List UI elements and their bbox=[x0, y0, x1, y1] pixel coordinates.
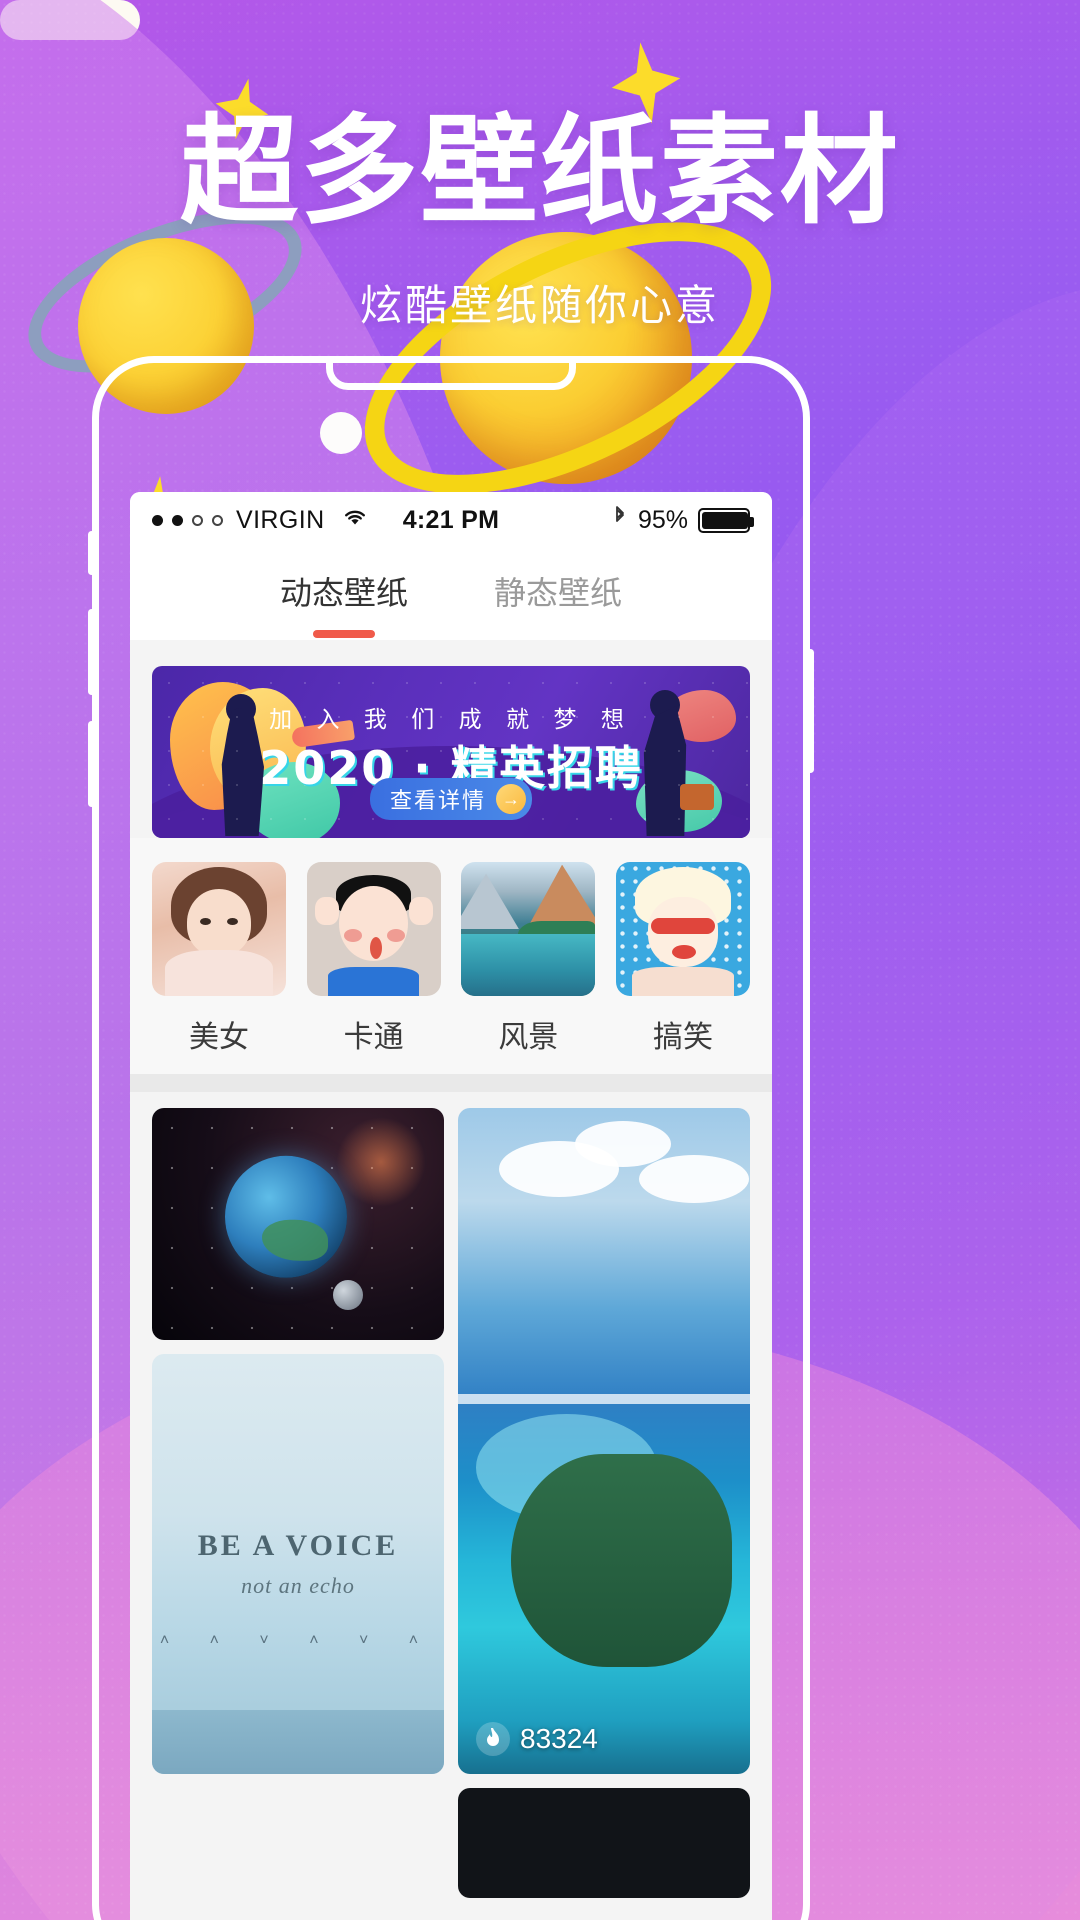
category-thumb-beauty bbox=[152, 862, 286, 996]
feed-column-left: BE A VOICE not an echo ˄ ˄ ˅ ˄ ˅ ˄ bbox=[152, 1108, 444, 1898]
category-thumb-funny bbox=[615, 862, 750, 996]
tab-active-indicator bbox=[312, 630, 375, 638]
fire-icon bbox=[476, 1722, 510, 1756]
category-item-cartoon[interactable]: 卡通 bbox=[306, 862, 441, 1056]
tab-static-wallpaper-label: 静态壁纸 bbox=[494, 575, 623, 611]
battery-percent: 95% bbox=[637, 505, 688, 534]
phone-power-button bbox=[807, 649, 814, 773]
birds-icon: ˄ ˄ ˅ ˄ ˅ ˄ bbox=[159, 1632, 437, 1649]
bluetooth-icon bbox=[612, 504, 628, 537]
wallpaper-feed-grid: BE A VOICE not an echo ˄ ˄ ˅ ˄ ˅ ˄ 83324 bbox=[130, 1092, 772, 1898]
category-item-scenery[interactable]: 风景 bbox=[461, 862, 596, 1056]
wallpaper-card-dark[interactable] bbox=[458, 1788, 750, 1898]
signal-dot-1-icon bbox=[152, 514, 163, 526]
battery-icon bbox=[698, 507, 754, 533]
signal-dot-2-icon bbox=[172, 514, 183, 526]
category-label-scenery: 风景 bbox=[498, 1021, 559, 1054]
phone-volume-up-button bbox=[88, 609, 95, 695]
tab-dynamic-wallpaper[interactable]: 动态壁纸 bbox=[279, 568, 408, 638]
banner-container: 加 入 我 们 成 就 梦 想 2020 · 精英招聘 查看详情 → bbox=[130, 650, 772, 838]
status-bar-right: 95% bbox=[612, 504, 754, 537]
banner-cta-button[interactable]: 查看详情 → bbox=[369, 778, 533, 820]
phone-mute-switch bbox=[88, 531, 95, 575]
category-label-beauty: 美女 bbox=[189, 1021, 249, 1054]
status-bar: VIRGIN 4:21 PM 95% bbox=[130, 492, 772, 548]
carrier-name: VIRGIN bbox=[236, 505, 325, 534]
tab-static-wallpaper[interactable]: 静态壁纸 bbox=[494, 568, 622, 620]
status-bar-left: VIRGIN bbox=[152, 506, 368, 535]
feed-column-right: 83324 bbox=[458, 1108, 750, 1898]
category-label-cartoon: 卡通 bbox=[343, 1021, 404, 1054]
category-item-beauty[interactable]: 美女 bbox=[152, 862, 286, 1056]
section-divider bbox=[130, 1074, 772, 1092]
recruitment-banner[interactable]: 加 入 我 们 成 就 梦 想 2020 · 精英招聘 查看详情 → bbox=[152, 666, 750, 838]
promo-headline: 超多壁纸素材 bbox=[179, 102, 900, 240]
quote-line-1: BE A VOICE bbox=[197, 1529, 399, 1562]
banner-cta-label: 查看详情 bbox=[389, 788, 487, 813]
wallpaper-card-earth[interactable] bbox=[152, 1108, 444, 1340]
category-item-funny[interactable]: 搞笑 bbox=[615, 862, 750, 1056]
category-thumb-cartoon bbox=[306, 862, 441, 996]
wallpaper-card-beach[interactable]: 83324 bbox=[458, 1108, 750, 1774]
arrow-right-icon: → bbox=[496, 784, 527, 814]
wallpaper-tab-bar: 动态壁纸 静态壁纸 bbox=[130, 548, 772, 640]
category-thumb-scenery bbox=[461, 862, 596, 996]
status-bar-time: 4:21 PM bbox=[402, 505, 500, 534]
quote-line-2: not an echo bbox=[241, 1573, 355, 1598]
signal-dot-3-icon bbox=[192, 514, 203, 526]
wifi-icon bbox=[342, 506, 368, 534]
promo-subheadline: 炫酷壁纸随你心意 bbox=[359, 282, 720, 329]
quote-card-sea bbox=[152, 1710, 444, 1774]
hot-count-value: 83324 bbox=[520, 1723, 598, 1754]
promo-screenshot-root: 超多壁纸素材 炫酷壁纸随你心意 VIRGIN 4:21 PM 95% 动态壁纸 … bbox=[0, 0, 1080, 1920]
phone-volume-down-button bbox=[88, 721, 95, 807]
phone-screen: VIRGIN 4:21 PM 95% 动态壁纸 静态壁纸 加 入 我 们 成 就… bbox=[130, 492, 772, 1920]
wallpaper-card-quote[interactable]: BE A VOICE not an echo ˄ ˄ ˅ ˄ ˅ ˄ bbox=[152, 1354, 444, 1774]
category-row: 美女 卡通 风景 搞笑 bbox=[130, 838, 772, 1074]
phone-notch bbox=[326, 356, 576, 390]
tab-dynamic-wallpaper-label: 动态壁纸 bbox=[279, 575, 408, 611]
signal-dot-4-icon bbox=[212, 514, 223, 526]
hot-count-badge: 83324 bbox=[476, 1722, 598, 1756]
category-label-funny: 搞笑 bbox=[652, 1021, 713, 1054]
tab-divider bbox=[130, 640, 772, 650]
banner-tagline: 加 入 我 们 成 就 梦 想 bbox=[269, 706, 633, 732]
